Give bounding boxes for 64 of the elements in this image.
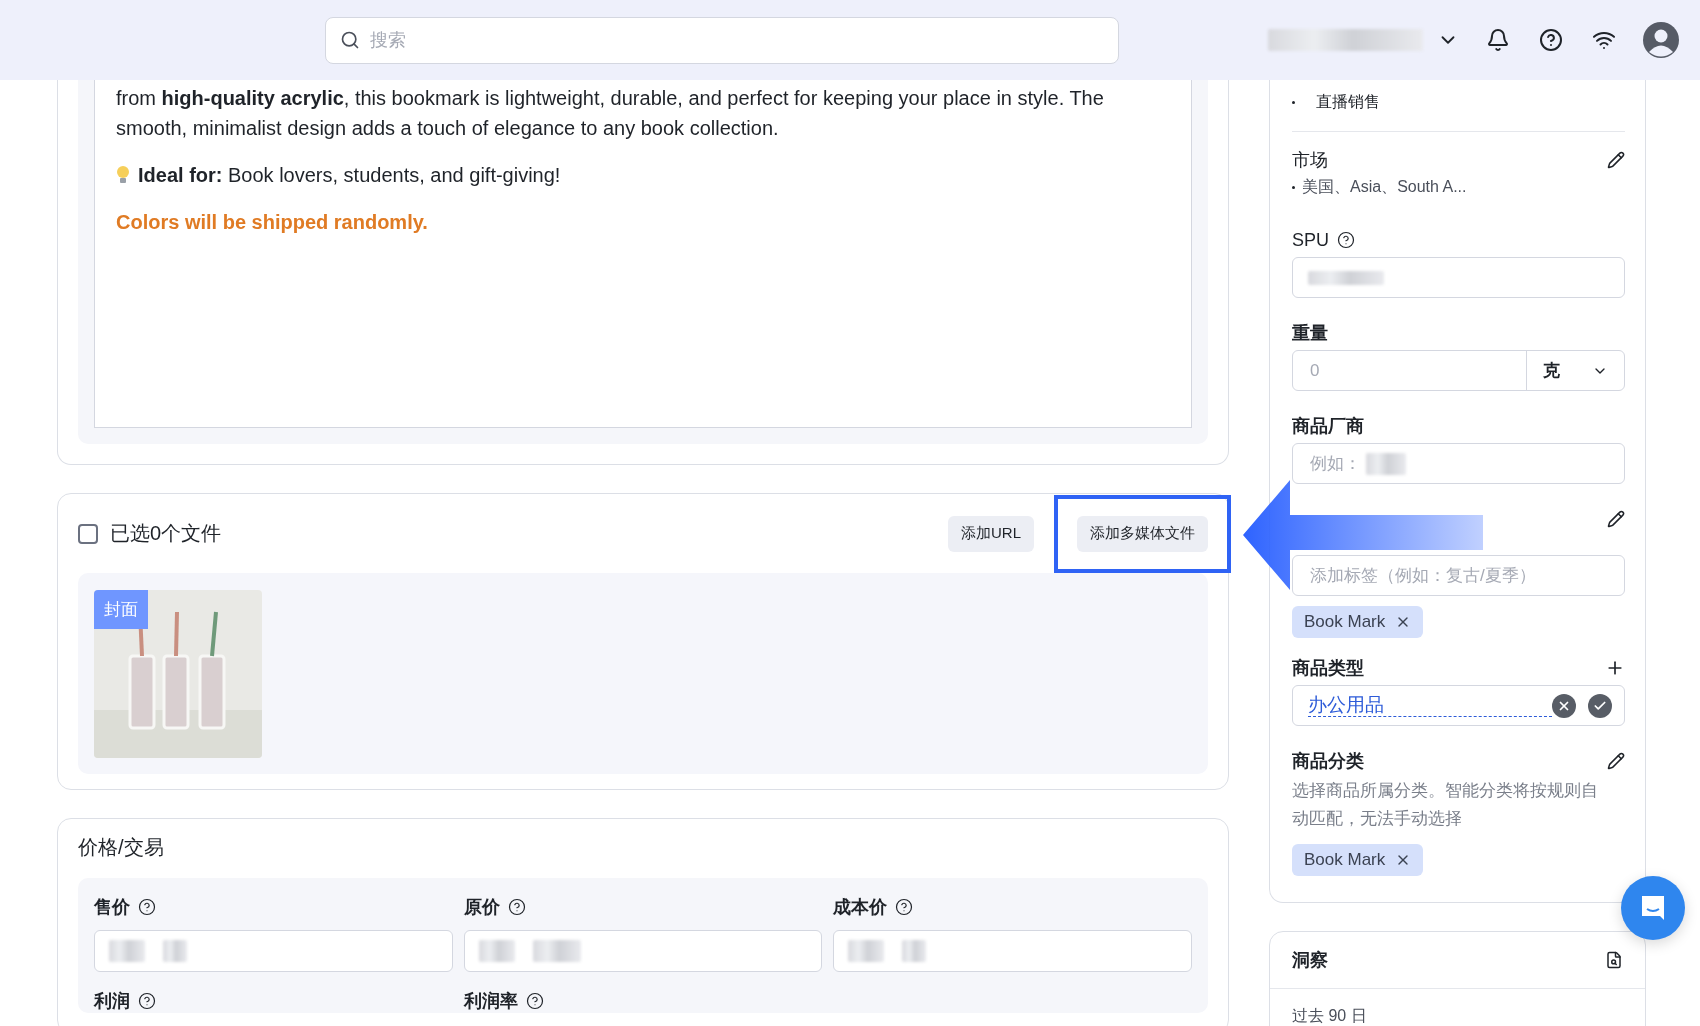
price-input[interactable] <box>463 930 823 972</box>
field-label: 售价 <box>94 896 130 919</box>
field-label: 利润率 <box>463 990 518 1013</box>
help-icon[interactable] <box>138 992 156 1010</box>
tag-input[interactable]: 添加标签（例如：复古/夏季） <box>1292 555 1625 596</box>
field-label: 利润 <box>94 990 130 1013</box>
bullet-icon <box>1292 101 1295 104</box>
help-icon[interactable] <box>1337 231 1355 249</box>
search-icon <box>340 30 360 50</box>
blurred-value <box>478 940 515 962</box>
paragraph-text: Ideal for: Book lovers, students, and gift-giving! <box>116 160 1116 190</box>
field-label: 成本价 <box>833 896 888 919</box>
spu-input[interactable] <box>1292 257 1625 298</box>
market-value: 美国、Asia、South A... <box>1302 177 1467 197</box>
period-label: 过去 90 日 <box>1291 1006 1368 1026</box>
category-chip[interactable]: Book Mark <box>1292 844 1424 876</box>
help-icon[interactable] <box>507 898 526 916</box>
add-media-button[interactable]: 添加多媒体文件 <box>1077 515 1208 552</box>
section-title: 洞察 <box>1292 949 1328 972</box>
selected-files-label: 已选0个文件 <box>110 521 223 546</box>
section-title: 重量 <box>1292 322 1328 345</box>
weight-input[interactable]: 0 克 <box>1292 350 1625 391</box>
section-title: 商品类型 <box>1292 657 1364 680</box>
notice-text: Colors will be shipped randomly. <box>116 210 429 235</box>
section-title: 价格/交易 <box>78 835 165 860</box>
section-title: 市场 <box>1292 149 1328 172</box>
price-input[interactable] <box>833 930 1192 972</box>
sales-channel-item: 直播销售 <box>1316 92 1380 112</box>
help-icon[interactable] <box>525 992 544 1010</box>
add-url-button[interactable]: 添加URL <box>948 515 1034 552</box>
blurred-value <box>163 940 187 962</box>
paragraph-text: from high-quality acrylic, this bookmark is lightweight, durable, and perfect for keeping your place in style. The smooth, minimalist design adds a touch of elegance to any book collection. <box>116 86 1105 141</box>
chat-button[interactable] <box>1621 876 1685 940</box>
lightbulb-icon <box>116 165 130 185</box>
product-type-value: 办公用品 <box>1308 694 1552 717</box>
bullet-icon <box>1292 186 1295 189</box>
blurred-value <box>902 940 927 962</box>
report-icon[interactable] <box>1605 951 1623 969</box>
edit-icon[interactable] <box>1607 510 1625 528</box>
price-input[interactable] <box>94 930 453 972</box>
category-hint: 选择商品所属分类。智能分类将按规则自动匹配，无法手动选择 <box>1292 780 1599 830</box>
cover-badge: 封面 <box>94 590 148 629</box>
help-icon[interactable] <box>895 898 914 916</box>
clear-icon[interactable] <box>1552 693 1576 718</box>
blurred-value <box>109 940 145 962</box>
field-label: 原价 <box>463 896 500 919</box>
blurred-value <box>1366 452 1406 475</box>
tag-chip[interactable]: Book Mark <box>1292 606 1424 638</box>
edit-icon[interactable] <box>1607 752 1625 770</box>
unit-select[interactable]: 克 <box>1526 351 1624 390</box>
avatar-icon[interactable] <box>1642 21 1680 59</box>
blurred-value <box>532 940 581 962</box>
help-icon[interactable] <box>138 898 156 916</box>
vendor-input[interactable]: 例如： <box>1292 443 1625 484</box>
select-all-checkbox[interactable] <box>78 523 98 544</box>
product-type-input[interactable]: 办公用品 <box>1292 685 1625 726</box>
confirm-icon[interactable] <box>1588 693 1612 718</box>
blurred-value <box>848 940 885 962</box>
search-field[interactable]: 搜索 <box>325 16 1119 64</box>
description-editor[interactable] <box>94 80 1192 428</box>
edit-icon[interactable] <box>1607 151 1625 169</box>
section-title: SPU <box>1292 229 1329 251</box>
section-title: 商品分类 <box>1292 750 1364 773</box>
section-title: 商品厂商 <box>1292 415 1364 438</box>
